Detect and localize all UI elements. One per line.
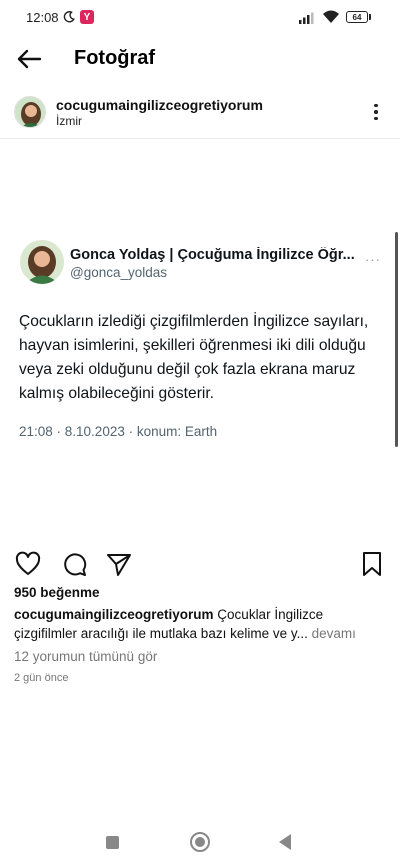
battery-tip bbox=[369, 14, 371, 20]
bookmark-icon[interactable] bbox=[358, 550, 386, 578]
tweet-handle: @gonca_yoldas bbox=[70, 265, 168, 280]
home-circle-icon[interactable] bbox=[190, 832, 210, 852]
back-triangle-icon[interactable] bbox=[279, 834, 291, 850]
tweet-author-avatar bbox=[20, 240, 64, 284]
post-actions bbox=[0, 546, 400, 582]
heart-icon[interactable] bbox=[14, 550, 42, 578]
battery-level: 64 bbox=[352, 12, 362, 22]
tweet-text: Çocukların izlediği çizgifilmlerden İngi… bbox=[19, 313, 369, 402]
divider bbox=[0, 138, 400, 139]
arrow-left-icon[interactable] bbox=[14, 44, 44, 74]
status-time: 12:08 bbox=[26, 10, 59, 25]
more-vertical-icon[interactable] bbox=[364, 100, 388, 124]
tweet-display-name: Gonca Yoldaş | Çocuğuma İngilizce Öğr... bbox=[70, 247, 355, 263]
author-avatar[interactable] bbox=[14, 96, 46, 128]
top-header: Fotoğraf bbox=[0, 36, 400, 84]
post-caption: cocugumaingilizceogretiyorum Çocuklar İn… bbox=[14, 605, 384, 643]
share-icon[interactable] bbox=[105, 550, 133, 578]
tweet-meta: 21:08 · 8.10.2023 · konum: Earth bbox=[19, 424, 218, 439]
likes-count[interactable]: 950 beğenme bbox=[14, 585, 100, 600]
tweet-more-icon: ··· bbox=[365, 252, 381, 267]
battery-icon: 64 bbox=[346, 11, 368, 23]
post-location[interactable]: İzmir bbox=[56, 114, 82, 128]
recents-square-icon[interactable] bbox=[106, 836, 119, 849]
author-username[interactable]: cocugumaingilizceogretiyorum bbox=[56, 97, 263, 113]
post-time-ago: 2 gün önce bbox=[14, 672, 69, 684]
wifi-icon bbox=[323, 10, 339, 23]
moon-icon bbox=[63, 11, 75, 23]
system-nav-bar bbox=[0, 820, 400, 866]
post-author-row: cocugumaingilizceogretiyorum İzmir bbox=[0, 90, 400, 136]
caption-more-link[interactable]: devamı bbox=[308, 626, 356, 641]
post-photo[interactable]: Gonca Yoldaş | Çocuğuma İngilizce Öğr...… bbox=[0, 140, 400, 540]
app-notification-badge: Y bbox=[80, 10, 94, 24]
caption-username[interactable]: cocugumaingilizceogretiyorum bbox=[14, 607, 214, 622]
comment-icon[interactable] bbox=[60, 550, 88, 578]
page-title: Fotoğraf bbox=[74, 47, 156, 69]
status-bar: 12:08 Y 64 bbox=[0, 0, 400, 36]
image-edge-line bbox=[395, 232, 398, 447]
view-all-comments-link[interactable]: 12 yorumun tümünü gör bbox=[14, 649, 157, 664]
signal-icon bbox=[299, 12, 314, 24]
